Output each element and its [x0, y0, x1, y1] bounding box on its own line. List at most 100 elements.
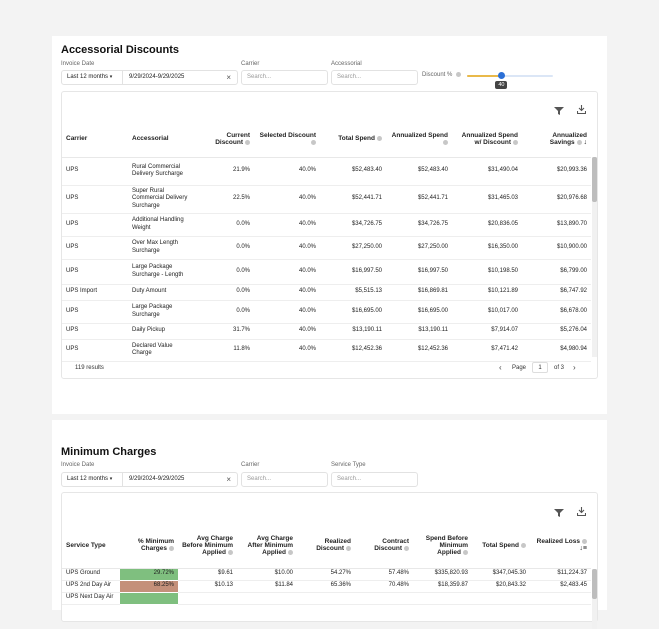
cell-annualized-savings: $20,976.68: [522, 185, 591, 214]
col-header-pct-minimum-charges[interactable]: % Minimum Charges: [120, 523, 178, 569]
col-header-annualized-spend[interactable]: Annualized Spend: [386, 121, 452, 158]
service-type-search-input[interactable]: Search...: [331, 472, 418, 487]
table-row[interactable]: UPS Over Max Length Surcharge 0.0% 40.0% $27…: [62, 236, 591, 260]
accessorial-title: Accessorial Discounts: [61, 44, 179, 56]
col-header-total-spend[interactable]: Total Spend: [472, 523, 530, 569]
cell-spend-before: $335,820.93: [413, 568, 472, 581]
service-type-placeholder: Search...: [337, 476, 362, 482]
col-header-realized-loss[interactable]: Realized Loss ↓≡: [530, 523, 591, 569]
filter-icon[interactable]: [554, 102, 564, 115]
col-label: Realized Loss: [536, 538, 580, 546]
date-preset-select[interactable]: Last 12 months ▾: [67, 71, 112, 84]
cell-avg-charge-before: $9.61: [178, 568, 237, 581]
date-range-input[interactable]: 9/29/2024-9/29/2025: [129, 71, 184, 84]
cell-realized-discount: 54.27%: [297, 568, 355, 581]
col-header-realized-discount[interactable]: Realized Discount: [297, 523, 355, 569]
clear-icon[interactable]: ×: [226, 473, 231, 486]
cell-contract-discount: 57.48%: [355, 568, 413, 581]
clear-icon[interactable]: ×: [226, 71, 231, 84]
col-header-annualized-savings[interactable]: Annualized Savings ↓: [522, 121, 591, 158]
table-row[interactable]: UPS Declared Value Charge 11.8% 40.0% $12,45…: [62, 339, 591, 362]
prev-page-icon[interactable]: ‹: [499, 363, 502, 372]
cell-annualized-spend: $52,483.40: [386, 157, 452, 186]
date-range-input[interactable]: 9/29/2024-9/29/2025: [129, 473, 184, 486]
cell-avg-charge-before: [178, 592, 237, 605]
col-header-spend-before[interactable]: Spend Before Minimum Applied: [413, 523, 472, 569]
accessorial-label: Accessorial: [331, 61, 362, 67]
cell-annualized-spend: $34,726.75: [386, 213, 452, 237]
col-header-contract-discount[interactable]: Contract Discount: [355, 523, 413, 569]
cell-avg-charge-after: $10.00: [237, 568, 297, 581]
table-row[interactable]: UPS Super Rural Commercial Delivery Surch…: [62, 185, 591, 214]
cell-accessorial: Declared Value Charge: [128, 339, 196, 362]
info-icon: [521, 542, 526, 548]
col-label: Total Spend: [338, 135, 375, 143]
col-header-selected-discount[interactable]: Selected Discount: [254, 121, 320, 158]
col-header-total-spend[interactable]: Total Spend: [320, 121, 386, 158]
carrier-search-input[interactable]: Search...: [241, 472, 328, 487]
col-label: Annualized Spend w/ Discount: [461, 131, 518, 146]
cell-annualized-spend-discount: $20,836.05: [452, 213, 522, 237]
discount-slider[interactable]: 40: [467, 72, 553, 89]
carrier-search-input[interactable]: Search...: [241, 70, 328, 85]
col-header-annualized-spend-discount[interactable]: Annualized Spend w/ Discount: [452, 121, 522, 158]
table-row[interactable]: UPS Large Package Surcharge - Length 0.0% 4…: [62, 259, 591, 285]
cell-annualized-savings: $10,900.00: [522, 236, 591, 260]
col-header-service-type[interactable]: Service Type: [62, 523, 120, 569]
page-label: Page: [512, 365, 527, 371]
accessorial-search-input[interactable]: Search...: [331, 70, 418, 85]
page-number-input[interactable]: 1: [532, 362, 548, 373]
cell-annualized-spend-discount: $31,465.03: [452, 185, 522, 214]
cell-annualized-spend: $16,695.00: [386, 300, 452, 324]
scrollbar-thumb[interactable]: [592, 157, 597, 202]
col-header-avg-charge-after[interactable]: Avg Charge After Minimum Applied: [237, 523, 297, 569]
table-row[interactable]: UPS 2nd Day Air 68.25% $10.13 $11.84 65.36% 7…: [62, 580, 591, 593]
table-row[interactable]: UPS Additional Handling Weight 0.0% 40.0% $3…: [62, 213, 591, 237]
table-row[interactable]: UPS Large Package Surcharge 0.0% 40.0% $16,6…: [62, 300, 591, 324]
col-label: Selected Discount: [259, 131, 316, 139]
table-scrollbar[interactable]: [592, 157, 597, 357]
cell-current-discount: 0.0%: [196, 284, 254, 301]
slider-value-tooltip: 40: [495, 81, 508, 89]
table-row[interactable]: UPS Ground 29.72% $9.61 $10.00 54.27% 57.48% $…: [62, 568, 591, 581]
col-header-avg-charge-before[interactable]: Avg Charge Before Minimum Applied: [178, 523, 237, 569]
sort-desc-icon[interactable]: ↓: [584, 139, 588, 146]
cell-carrier: UPS: [62, 300, 128, 324]
slider-handle[interactable]: [498, 72, 506, 79]
date-preset-value: Last 12 months: [67, 74, 109, 80]
discount-label: Discount %: [422, 72, 462, 78]
table-row[interactable]: UPS Rural Commercial Delivery Surcharge 21…: [62, 157, 591, 186]
col-header-current-discount[interactable]: Current Discount: [196, 121, 254, 158]
download-icon[interactable]: [576, 101, 587, 115]
cell-total-spend: $52,483.40: [320, 157, 386, 186]
filter-icon[interactable]: [554, 504, 564, 517]
col-label: Total Spend: [482, 541, 519, 549]
invoice-date-field: Last 12 months ▾ 9/29/2024-9/29/2025 ×: [61, 472, 238, 487]
col-header-accessorial[interactable]: Accessorial: [128, 121, 196, 158]
scrollbar-thumb[interactable]: [592, 569, 597, 599]
cell-carrier: UPS Import: [62, 284, 128, 301]
info-icon: [311, 139, 316, 145]
cell-total-spend: $12,452.36: [320, 339, 386, 362]
sort-icon[interactable]: ↓≡: [579, 545, 587, 552]
cell-total-spend: $52,441.71: [320, 185, 386, 214]
cell-current-discount: 0.0%: [196, 213, 254, 237]
table-row[interactable]: UPS Next Day Air: [62, 592, 591, 605]
info-icon: [456, 72, 462, 77]
cell-selected-discount: 40.0%: [254, 213, 320, 237]
carrier-label: Carrier: [241, 462, 260, 468]
col-label: Service Type: [66, 541, 106, 549]
cell-annualized-savings: $13,890.70: [522, 213, 591, 237]
table-scrollbar[interactable]: [592, 569, 597, 629]
col-header-carrier[interactable]: Carrier: [62, 121, 128, 158]
cell-service-type: UPS Ground: [62, 568, 120, 581]
col-label: Avg Charge Before Minimum Applied: [182, 534, 233, 556]
table-row[interactable]: UPS Import Duty Amount 0.0% 40.0% $5,515.13 $…: [62, 284, 591, 301]
cell-accessorial: Rural Commercial Delivery Surcharge: [128, 157, 196, 186]
date-preset-select[interactable]: Last 12 months ▾: [67, 473, 112, 486]
download-icon[interactable]: [576, 503, 587, 517]
next-page-icon[interactable]: ›: [573, 363, 576, 372]
cell-service-type: UPS 2nd Day Air: [62, 580, 120, 593]
table-row[interactable]: UPS Daily Pickup 31.7% 40.0% $13,190.11 $13,1…: [62, 323, 591, 340]
cell-annualized-spend-discount: $10,121.89: [452, 284, 522, 301]
